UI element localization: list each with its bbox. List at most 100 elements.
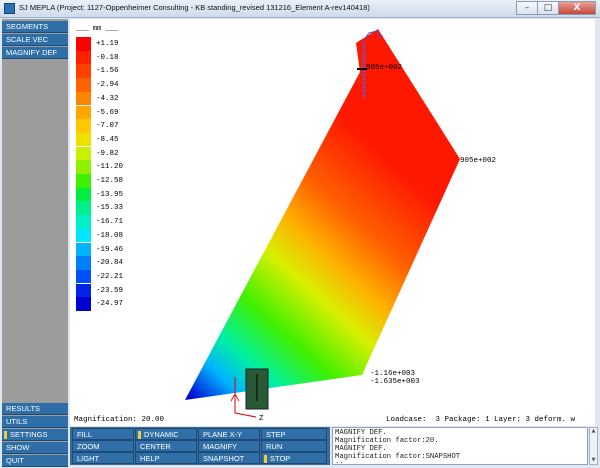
dynamic-button[interactable]: DYNAMIC <box>135 428 197 440</box>
legend-swatch <box>76 64 91 78</box>
legend-row: -1.56 <box>76 64 196 78</box>
console-scrollbar[interactable]: ▲ ▼ <box>589 427 598 465</box>
legend-value: -9.82 <box>96 149 119 158</box>
legend-swatch <box>76 119 91 133</box>
legend-row: -18.08 <box>76 228 196 243</box>
legend-value: +1.19 <box>96 40 119 48</box>
run-button[interactable]: RUN <box>261 440 327 452</box>
console-line: MAGNIFY DEF. <box>335 429 387 437</box>
legend-row: +1.19 <box>76 37 196 51</box>
legend-swatch <box>76 187 91 202</box>
loadcase-info: Loadcase: 3 Package: 1 Layer: 3 deform. … <box>386 416 576 424</box>
legend-swatch <box>76 78 91 92</box>
legend-row: -5.69 <box>76 105 196 119</box>
legend-swatch <box>76 160 91 174</box>
legend-swatch <box>76 283 91 298</box>
legend-value: -18.08 <box>96 231 124 240</box>
legend-value: -0.18 <box>96 53 119 62</box>
console-line: MAGNIFY DEF. <box>335 445 387 453</box>
legend-swatch <box>76 242 91 256</box>
legend-row: -7.07 <box>76 119 196 133</box>
top-marker-label: 905e+002 <box>366 64 402 72</box>
command-toolbar: FILL DYNAMIC PLANE X-Y STEP ZOOM CENTER … <box>70 427 330 465</box>
legend-row: -0.18 <box>76 50 196 65</box>
legend-value: -12.58 <box>96 177 124 185</box>
app-icon <box>4 3 15 14</box>
legend-swatch <box>76 174 91 188</box>
legend-swatch <box>76 146 91 161</box>
legend-swatch <box>76 215 91 229</box>
model-viewport[interactable]: Z 905e+002 905e+002 -1.16e+003 -1.635e+0… <box>70 19 595 426</box>
legend-row: -13.95 <box>76 187 196 202</box>
legend-value: -15.33 <box>96 204 124 213</box>
results-button[interactable]: RESULTS <box>2 403 68 415</box>
plane-xy-button[interactable]: PLANE X-Y <box>198 428 260 440</box>
legend-value: -1.56 <box>96 67 119 76</box>
scale-vec-button[interactable]: SCALE VEC <box>2 34 68 46</box>
settings-button[interactable]: SETTINGS <box>2 429 68 441</box>
quit-button[interactable]: QUIT <box>2 455 68 467</box>
bottom-right-label-b: -1.635e+003 <box>370 378 420 386</box>
legend-value: -7.07 <box>96 122 119 131</box>
legend-row: -16.71 <box>76 215 196 229</box>
help-button[interactable]: HELP <box>135 452 197 464</box>
console-line: Magnification factor:SNAPSHOT <box>335 453 461 461</box>
zoom-button[interactable]: ZOOM <box>72 440 134 452</box>
legend-row: -9.82 <box>76 146 196 161</box>
legend-row: -8.45 <box>76 132 196 147</box>
legend-row: -2.94 <box>76 78 196 92</box>
legend-swatch <box>76 132 91 147</box>
legend-value: -5.69 <box>96 108 119 117</box>
legend-value: -23.59 <box>96 286 124 295</box>
legend-value: -24.97 <box>96 300 124 309</box>
magnification-label: Magnification: 20.00 <box>74 416 165 424</box>
legend-row: -12.58 <box>76 174 196 188</box>
legend-swatch <box>76 201 91 215</box>
legend-swatch <box>76 37 91 51</box>
legend-row: -4.32 <box>76 91 196 106</box>
legend-row: -11.20 <box>76 160 196 174</box>
legend-unit: ___ mm ___ <box>76 25 119 33</box>
legend-swatch <box>76 297 91 311</box>
legend-swatch <box>76 91 91 106</box>
minimize-button[interactable]: – <box>516 1 538 15</box>
legend-row: -20.84 <box>76 256 196 270</box>
light-button[interactable]: LIGHT <box>72 452 134 464</box>
scroll-up-icon[interactable]: ▲ <box>590 428 597 435</box>
snapshot-button[interactable]: SNAPSHOT <box>198 452 260 464</box>
legend-value: -16.71 <box>96 218 124 227</box>
maximize-button[interactable]: □ <box>537 1 559 15</box>
stop-button[interactable]: STOP <box>261 452 327 464</box>
legend-value: -22.21 <box>96 272 124 281</box>
legend-value: -8.45 <box>96 135 119 144</box>
window-title: SJ MEPLA (Project: 1127-Oppenheimer Cons… <box>19 3 370 12</box>
deformed-plate <box>185 29 460 400</box>
legend-value: -4.32 <box>96 94 119 103</box>
legend-swatch <box>76 228 91 243</box>
legend-value: -2.94 <box>96 81 119 90</box>
close-button[interactable]: X <box>558 1 596 15</box>
console-output[interactable]: MAGNIFY DEF. Magnification factor:20. MA… <box>332 427 588 465</box>
segments-button[interactable]: SEGMENTS <box>2 21 68 33</box>
window-controls: – □ X <box>516 1 596 15</box>
legend-swatch <box>76 50 91 65</box>
legend-swatch <box>76 269 91 284</box>
title-bar: SJ MEPLA (Project: 1127-Oppenheimer Cons… <box>0 0 600 18</box>
legend-row: -22.21 <box>76 269 196 284</box>
scroll-down-icon[interactable]: ▼ <box>590 457 597 464</box>
show-button[interactable]: SHOW <box>2 442 68 454</box>
legend-row: -19.46 <box>76 242 196 256</box>
magnify-def-button[interactable]: MAGNIFY DEF <box>2 47 68 59</box>
magnify-button[interactable]: MAGNIFY <box>198 440 260 452</box>
fill-button[interactable]: FILL <box>72 428 134 440</box>
legend-value: -11.20 <box>96 163 124 172</box>
left-menu: SEGMENTS SCALE VEC MAGNIFY DEF RESULTS U… <box>2 19 68 467</box>
legend-swatch <box>76 105 91 119</box>
bottom-right-label-a: -1.16e+003 <box>370 370 416 378</box>
step-button[interactable]: STEP <box>261 428 327 440</box>
center-button[interactable]: CENTER <box>135 440 197 452</box>
right-corner-label: 905e+002 <box>460 157 496 165</box>
console-line: :: <box>335 461 344 465</box>
utils-button[interactable]: UTILS <box>2 416 68 428</box>
legend-swatch <box>76 256 91 270</box>
